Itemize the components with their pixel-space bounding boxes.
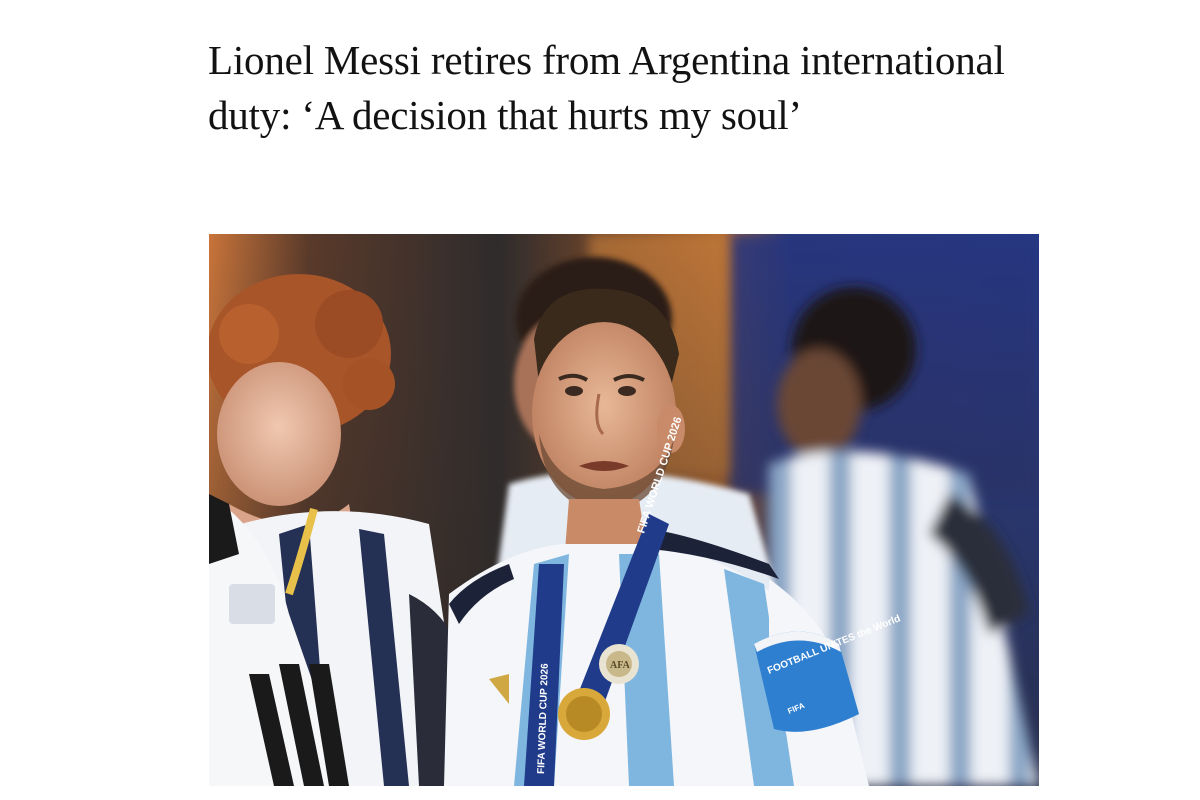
article-page: Lionel Messi retires from Argentina inte… [0,0,1200,800]
afa-badge-text: AFA [610,660,631,671]
article-hero-photo[interactable]: FIFA WORLD CUP 2026 FIFA WORLD CUP 2026 … [209,234,1039,786]
hero-photo-illustration: FIFA WORLD CUP 2026 FIFA WORLD CUP 2026 … [209,234,1039,786]
article-headline: Lionel Messi retires from Argentina inte… [208,37,1005,138]
